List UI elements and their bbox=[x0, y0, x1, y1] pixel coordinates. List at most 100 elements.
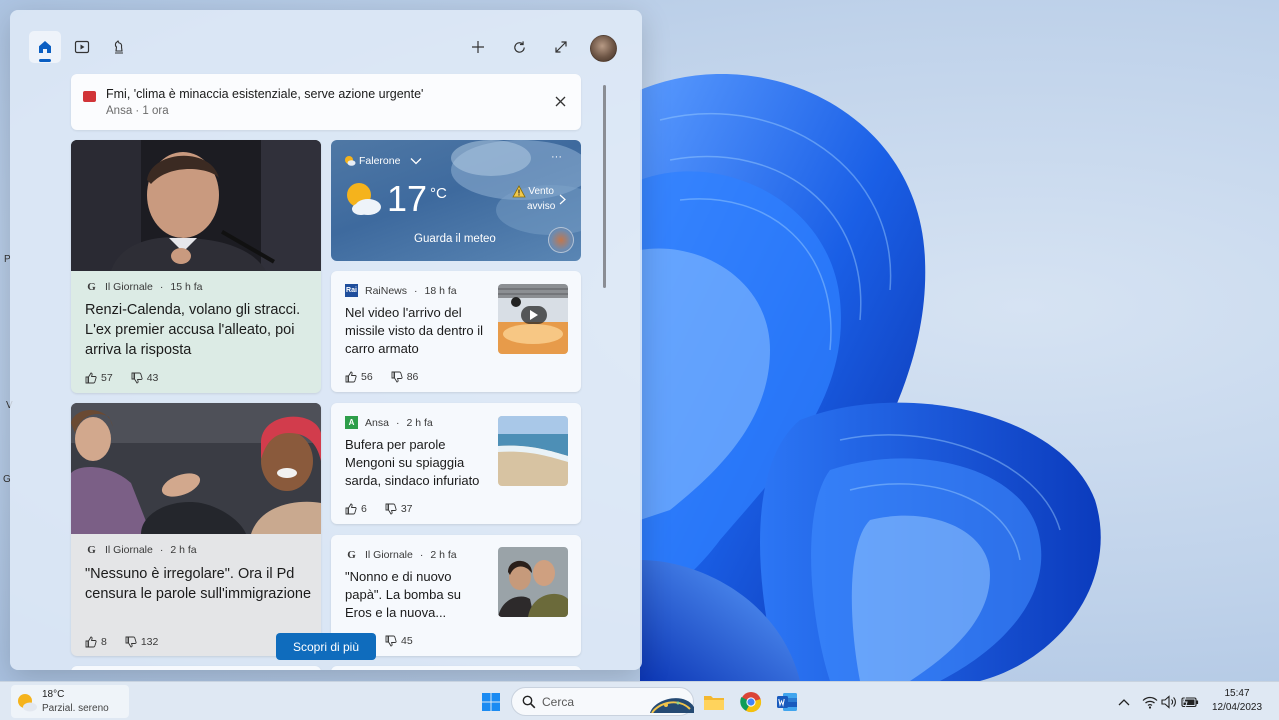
chess-icon bbox=[114, 40, 123, 54]
chevron-down-icon[interactable] bbox=[410, 157, 422, 165]
file-explorer-button[interactable] bbox=[700, 688, 728, 716]
panel-scrollbar[interactable] bbox=[603, 85, 606, 288]
close-icon bbox=[555, 96, 565, 106]
rainews-logo: Rai bbox=[345, 284, 358, 297]
active-tab-indicator bbox=[39, 59, 51, 62]
weather-widget[interactable]: Falerone ··· 17 °C Vento avviso Guarda i… bbox=[331, 140, 581, 261]
top-story-title: Fmi, 'clima è minaccia esistenziale, ser… bbox=[106, 87, 424, 101]
add-icon bbox=[472, 41, 484, 53]
chevron-right-icon[interactable] bbox=[559, 194, 566, 205]
source-time: 18 h fa bbox=[424, 284, 457, 297]
chrome-button[interactable] bbox=[737, 688, 765, 716]
news-card[interactable]: Rai RaiNews · 18 h fa Nel video l'arrivo… bbox=[331, 271, 581, 392]
dislike-button[interactable]: 37 bbox=[385, 503, 413, 515]
like-count: 8 bbox=[101, 636, 107, 648]
thumbs-down-icon bbox=[385, 503, 397, 515]
news-headline: Bufera per parole Mengoni su spiaggia sa… bbox=[345, 437, 480, 488]
refresh-button[interactable] bbox=[503, 31, 535, 63]
taskbar-weather-widget[interactable]: 18°C Parzial. sereno bbox=[11, 685, 129, 718]
taskbar-temperature: 18°C bbox=[42, 689, 65, 700]
like-count: 56 bbox=[361, 371, 373, 383]
thumbs-down-icon bbox=[385, 635, 397, 647]
dislike-count: 86 bbox=[406, 371, 419, 383]
like-button[interactable]: 56 bbox=[345, 371, 373, 383]
thumbs-up-icon bbox=[345, 503, 357, 515]
reactions: 56 86 bbox=[345, 371, 428, 383]
news-thumbnail[interactable] bbox=[498, 547, 568, 617]
word-button[interactable] bbox=[773, 688, 801, 716]
reactions: 8 132 bbox=[85, 636, 168, 648]
source-time: 2 h fa bbox=[430, 548, 457, 561]
tab-home[interactable] bbox=[29, 31, 61, 63]
dislike-button[interactable]: 45 bbox=[385, 635, 413, 647]
discover-more-button[interactable]: Scopri di più bbox=[276, 633, 376, 660]
dislike-button[interactable]: 132 bbox=[125, 636, 158, 648]
speaker-icon bbox=[1161, 695, 1176, 709]
file-explorer-icon bbox=[704, 696, 724, 710]
news-headline: "Nessuno è irregolare". Ora il Pd censur… bbox=[85, 566, 312, 602]
weather-more-button[interactable]: ··· bbox=[551, 151, 562, 163]
partly-sunny-icon bbox=[347, 183, 381, 215]
weather-warning[interactable]: Vento avviso bbox=[527, 184, 555, 214]
source-name: Ansa bbox=[365, 416, 389, 429]
thumbs-down-icon bbox=[391, 371, 403, 383]
dislike-button[interactable]: 43 bbox=[131, 372, 158, 384]
expand-button[interactable] bbox=[545, 31, 577, 63]
source-time: 2 h fa bbox=[406, 416, 433, 429]
search-highlight-icon bbox=[650, 698, 694, 713]
expand-icon bbox=[555, 41, 567, 53]
news-headline: Renzi-Calenda, volano gli stracci. L'ex … bbox=[85, 302, 301, 358]
news-headline: Nel video l'arrivo del missile visto da … bbox=[345, 305, 483, 356]
battery-button[interactable] bbox=[1176, 688, 1204, 716]
news-source: G Il Giornale · 2 h fa bbox=[345, 548, 457, 561]
news-image bbox=[71, 403, 321, 534]
taskbar-search-box[interactable]: Cerca bbox=[511, 687, 694, 716]
news-source: G Il Giornale · 15 h fa bbox=[85, 280, 202, 293]
news-card[interactable]: A Ansa · 2 h fa Bufera per parole Mengon… bbox=[331, 403, 581, 524]
search-icon bbox=[522, 695, 536, 709]
thumbs-up-icon bbox=[85, 636, 97, 648]
news-card[interactable] bbox=[331, 666, 581, 670]
add-widget-button[interactable] bbox=[462, 31, 494, 63]
top-story-meta: Ansa · 1 ora bbox=[106, 105, 169, 117]
dislike-count: 37 bbox=[400, 503, 413, 515]
top-story-banner[interactable]: Fmi, 'clima è minaccia esistenziale, ser… bbox=[71, 74, 581, 130]
like-button[interactable]: 57 bbox=[85, 372, 113, 384]
video-thumbnail[interactable] bbox=[498, 284, 568, 354]
like-button[interactable]: 6 bbox=[345, 503, 367, 515]
news-card[interactable]: G Il Giornale · 15 h fa Renzi-Calenda, v… bbox=[71, 140, 321, 393]
system-clock[interactable]: 15:47 12/04/2023 bbox=[1203, 687, 1271, 715]
show-hidden-icons-button[interactable] bbox=[1110, 688, 1138, 716]
weather-map-thumb[interactable] bbox=[548, 227, 574, 253]
source-time: 2 h fa bbox=[170, 543, 197, 556]
news-source: Rai RaiNews · 18 h fa bbox=[345, 284, 457, 297]
close-top-story-button[interactable] bbox=[551, 92, 569, 110]
il-giornale-logo: G bbox=[347, 548, 356, 561]
news-image bbox=[71, 140, 321, 271]
avatar[interactable] bbox=[590, 35, 617, 62]
source-name: Il Giornale bbox=[105, 543, 153, 556]
news-card[interactable] bbox=[71, 666, 321, 670]
widgets-panel: Fmi, 'clima è minaccia esistenziale, ser… bbox=[10, 10, 642, 670]
source-name: Il Giornale bbox=[105, 280, 153, 293]
tab-video[interactable] bbox=[66, 31, 98, 63]
search-placeholder: Cerca bbox=[542, 695, 575, 709]
source-name: RaiNews bbox=[365, 284, 408, 297]
start-button[interactable] bbox=[477, 688, 505, 716]
like-button[interactable]: 8 bbox=[85, 636, 107, 648]
home-icon bbox=[39, 41, 51, 53]
news-image bbox=[498, 416, 568, 486]
warning-label: avviso bbox=[527, 201, 556, 212]
play-icon bbox=[74, 40, 90, 54]
partly-sunny-icon bbox=[345, 156, 356, 166]
taskbar: 18°C Parzial. sereno Cerca 15:47 12/04/2… bbox=[0, 681, 1279, 720]
dislike-button[interactable]: 86 bbox=[391, 371, 419, 383]
clock-time: 15:47 bbox=[1224, 688, 1250, 699]
news-thumbnail[interactable] bbox=[498, 416, 568, 486]
weather-cta-link[interactable]: Guarda il meteo bbox=[414, 233, 496, 245]
news-card[interactable]: G Il Giornale · 2 h fa "Nessuno è irrego… bbox=[71, 403, 321, 656]
tab-entertainment[interactable] bbox=[103, 31, 135, 63]
ansa-logo: A bbox=[345, 416, 358, 429]
taskbar-weather-desc: Parzial. sereno bbox=[42, 703, 109, 714]
news-source: G Il Giornale · 2 h fa bbox=[85, 543, 197, 556]
